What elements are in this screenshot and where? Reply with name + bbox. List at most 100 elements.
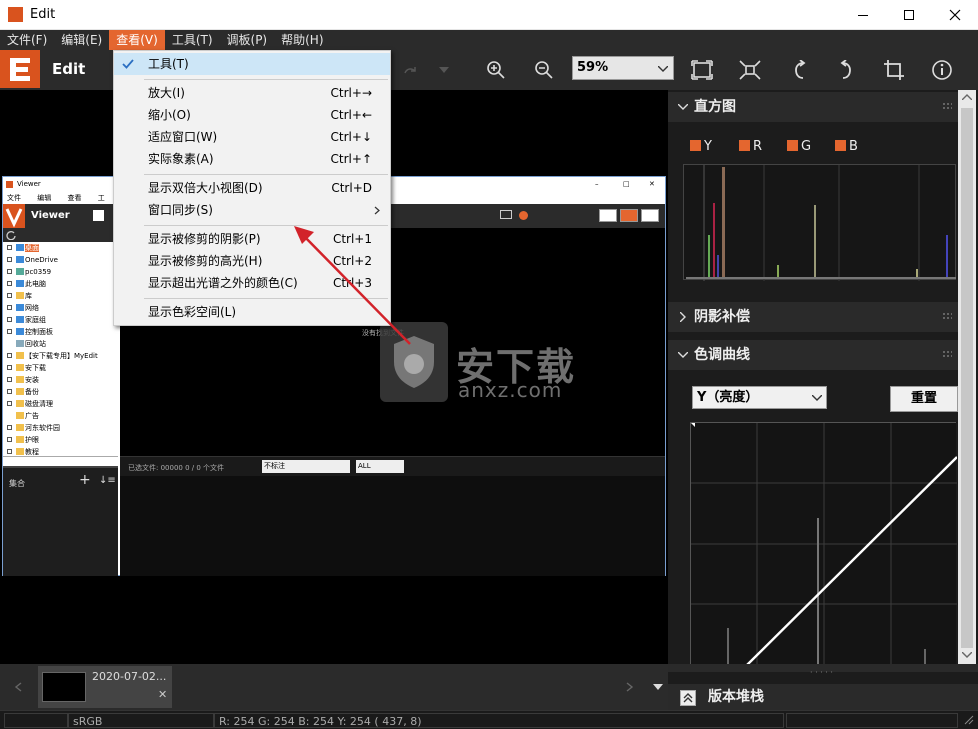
tree-item[interactable]: 库 xyxy=(25,292,32,300)
menu-file[interactable]: 文件(F) xyxy=(0,30,54,50)
tree-item[interactable]: OneDrive xyxy=(25,256,58,264)
actual-size-icon[interactable] xyxy=(736,56,764,84)
menu-item-zoom-in[interactable]: 放大(I) Ctrl+→ xyxy=(114,82,390,104)
splitter-grip-icon[interactable]: · · · · · xyxy=(810,668,833,677)
menu-item-window-sync[interactable]: 窗口同步(S) xyxy=(114,199,390,221)
collection-title: 集合 xyxy=(9,479,25,488)
tree-item[interactable]: 回收站 xyxy=(25,340,46,348)
add-icon[interactable]: + xyxy=(79,472,91,488)
viewer-all-select[interactable]: ALL xyxy=(356,460,404,473)
viewer-filter-select[interactable]: 不标注 xyxy=(262,460,350,473)
shadow-compensation-header[interactable]: 阴影补偿 xyxy=(668,302,960,332)
refresh-icon[interactable] xyxy=(6,230,16,240)
menu-tools[interactable]: 工具(T) xyxy=(165,30,220,50)
curve-channel-select[interactable]: Y（亮度） xyxy=(692,386,827,409)
channel-y-checkbox[interactable]: Y xyxy=(690,139,712,154)
menu-item-tools[interactable]: 工具(T) xyxy=(114,53,390,75)
channel-g-checkbox[interactable]: G xyxy=(787,139,811,154)
tree-item[interactable]: 控制面板 xyxy=(25,328,53,336)
channel-r-checkbox[interactable]: R xyxy=(739,139,762,154)
rotate-left-icon[interactable] xyxy=(786,56,814,84)
zoom-in-icon[interactable] xyxy=(482,56,510,84)
status-cell-empty xyxy=(4,713,68,728)
collapse-up-icon[interactable] xyxy=(680,690,696,706)
tree-item[interactable]: 磁盘清理 xyxy=(25,400,53,408)
chevron-down-icon xyxy=(678,104,688,110)
tree-item[interactable]: 备份 xyxy=(25,388,39,396)
mail-icon[interactable] xyxy=(500,210,512,219)
tree-item[interactable]: 安下载 xyxy=(25,364,46,372)
tree-item[interactable]: 河东软件园 xyxy=(25,424,60,432)
tree-item[interactable]: 桌面 xyxy=(25,244,39,252)
tree-item[interactable]: 教程 xyxy=(25,448,39,456)
toolbar-app-name: Edit xyxy=(52,60,86,78)
tone-curve-graph[interactable] xyxy=(690,422,957,665)
viewer-close-button[interactable]: ✕ xyxy=(649,177,655,192)
tree-item[interactable]: 【安下载专用】MyEdit xyxy=(25,352,98,360)
filmstrip-remove-icon[interactable]: ✕ xyxy=(158,688,167,701)
tree-item[interactable]: 网络 xyxy=(25,304,39,312)
chevron-right-icon[interactable] xyxy=(626,682,634,692)
resize-grip-icon[interactable] xyxy=(964,715,974,725)
zoom-value: 59% xyxy=(577,60,609,75)
chevron-left-icon[interactable] xyxy=(14,682,22,692)
tree-item[interactable]: 此电脑 xyxy=(25,280,46,288)
viewer-minimize-button[interactable]: – xyxy=(595,177,599,192)
right-panel-scrollbar[interactable] xyxy=(958,90,976,664)
viewer-menu-file[interactable]: 文件 xyxy=(7,194,21,202)
version-stack-header[interactable]: 版本堆栈 xyxy=(668,684,978,710)
sort-icon[interactable]: ↓≡ xyxy=(99,475,116,486)
minimize-button[interactable] xyxy=(840,0,886,30)
maximize-button[interactable] xyxy=(886,0,932,30)
menu-edit[interactable]: 编辑(E) xyxy=(54,30,109,50)
menu-separator xyxy=(144,79,388,80)
viewer-file-count: 已选文件: 00000 0 / 0 个文件 xyxy=(128,464,225,472)
grid-view-icon[interactable] xyxy=(599,209,617,222)
checkmark-icon xyxy=(122,59,134,69)
histogram-title: 直方图 xyxy=(694,99,736,115)
info-icon[interactable] xyxy=(928,56,956,84)
reset-button[interactable]: 重置 xyxy=(890,386,958,412)
redo-icon[interactable] xyxy=(396,56,424,84)
menu-palette[interactable]: 调板(P) xyxy=(220,30,275,50)
viewer-menu-edit[interactable]: 编辑 xyxy=(37,194,51,202)
viewer-menu-view[interactable]: 查看 xyxy=(67,194,81,202)
tree-item[interactable]: pc0359 xyxy=(25,268,51,276)
menu-item-zoom-out[interactable]: 缩小(O) Ctrl+← xyxy=(114,104,390,126)
grip-icon[interactable] xyxy=(942,102,952,112)
viewer-folder-tree[interactable]: 桌面 OneDrive pc0359 此电脑 库 网络 家庭组 控制面板 回收站… xyxy=(3,242,118,456)
fit-window-icon[interactable] xyxy=(688,56,716,84)
zoom-select[interactable]: 59% xyxy=(572,56,674,80)
chevron-down-icon xyxy=(812,395,822,401)
viewer-switch-icon[interactable] xyxy=(93,210,104,221)
menu-item-fit-window[interactable]: 适应窗口(W) Ctrl+↓ xyxy=(114,126,390,148)
preview-view-icon[interactable] xyxy=(641,209,659,222)
filmstrip-item[interactable]: 2020-07-02... ✕ xyxy=(38,666,172,708)
tone-curve-header[interactable]: 色调曲线 xyxy=(668,340,960,370)
menu-view[interactable]: 查看(V) xyxy=(109,30,165,50)
chevron-down-icon[interactable] xyxy=(653,684,663,690)
grip-icon[interactable] xyxy=(942,350,952,360)
chevron-down-icon xyxy=(678,352,688,358)
histogram-header[interactable]: 直方图 xyxy=(668,92,960,122)
crop-icon[interactable] xyxy=(880,56,908,84)
close-button[interactable] xyxy=(932,0,978,30)
zoom-out-icon[interactable] xyxy=(530,56,558,84)
viewer-tree-toolbar xyxy=(3,228,118,242)
list-view-icon[interactable] xyxy=(620,209,638,222)
channel-b-checkbox[interactable]: B xyxy=(835,139,858,154)
tree-hscrollbar[interactable] xyxy=(3,456,118,466)
tree-item[interactable]: 安装 xyxy=(25,376,39,384)
tree-item[interactable]: 护眼 xyxy=(25,436,39,444)
viewer-menu-tools[interactable]: 工 xyxy=(98,194,105,202)
grip-icon[interactable] xyxy=(942,312,952,322)
menu-item-actual-pixels[interactable]: 实际象素(A) Ctrl+↑ xyxy=(114,148,390,170)
tree-item[interactable]: 家庭组 xyxy=(25,316,46,324)
menu-help[interactable]: 帮助(H) xyxy=(274,30,330,50)
menu-item-double-view[interactable]: 显示双倍大小视图(D) Ctrl+D xyxy=(114,177,390,199)
edit-logo-icon xyxy=(0,50,40,88)
tree-item[interactable]: 广告 xyxy=(25,412,39,420)
rotate-right-icon[interactable] xyxy=(832,56,860,84)
redo-dropdown-icon[interactable] xyxy=(430,56,458,84)
viewer-maximize-button[interactable]: □ xyxy=(623,177,630,192)
